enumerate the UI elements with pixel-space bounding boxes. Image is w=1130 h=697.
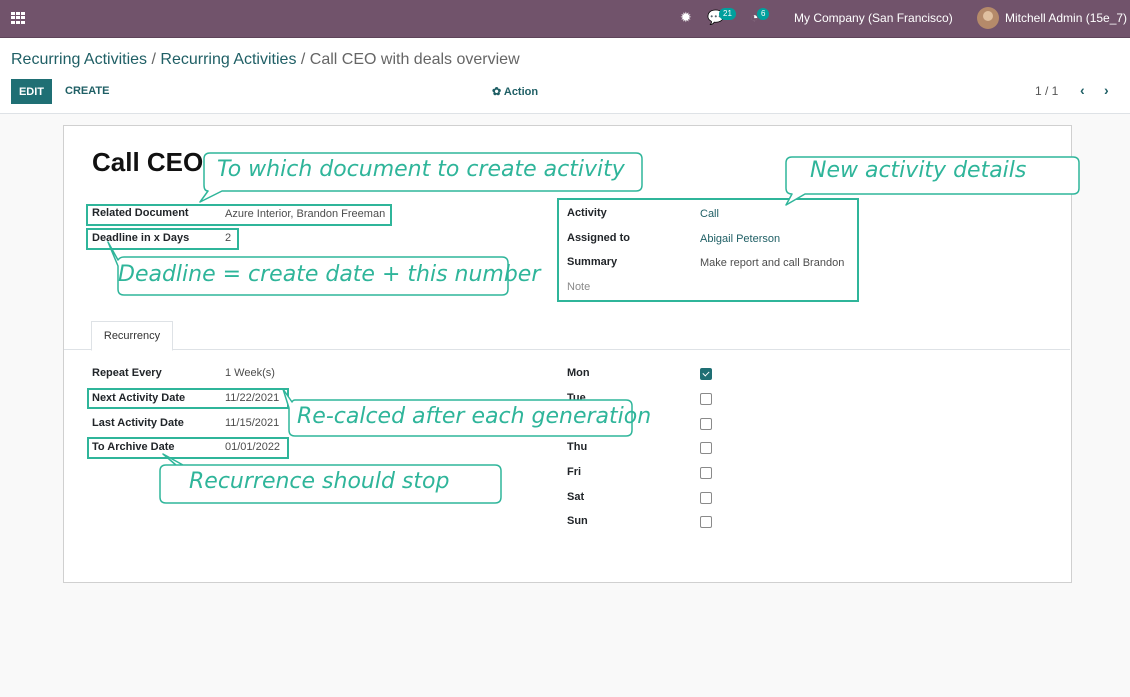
annotation-document: To which document to create activity: [217, 157, 625, 182]
user-menu[interactable]: Mitchell Admin (15e_7): [1005, 11, 1127, 25]
breadcrumb: Recurring Activities / Recurring Activit…: [11, 51, 520, 69]
tab-recurrency[interactable]: Recurrency: [91, 321, 173, 351]
top-navbar: ✹ 💬 21 ◔ 6 My Company (San Francisco) Mi…: [0, 0, 1130, 38]
highlight-to-archive-date: [87, 437, 289, 459]
weekday-label-sat: Sat: [567, 491, 585, 503]
annotation-activity: New activity details: [810, 158, 1027, 183]
highlight-deadline: [86, 228, 239, 250]
apps-menu-icon[interactable]: [11, 12, 25, 24]
weekday-checkbox-fri[interactable]: [700, 467, 712, 479]
weekday-checkbox-wed[interactable]: [700, 418, 712, 430]
action-label: Action: [503, 86, 539, 98]
breadcrumb-separator: /: [296, 51, 310, 68]
weekday-checkbox-sun[interactable]: [700, 516, 712, 528]
pager-previous-icon[interactable]: ‹: [1080, 82, 1085, 98]
annotation-recalc: Re-calced after each generation: [297, 404, 652, 429]
annotation-deadline: Deadline = create date + this number: [118, 262, 541, 287]
chat-badge: 21: [719, 8, 736, 20]
create-button[interactable]: CREATE: [65, 85, 109, 97]
highlight-next-activity-date: [87, 388, 289, 409]
breadcrumb-item-recurring-activities-2[interactable]: Recurring Activities: [160, 51, 296, 68]
breadcrumb-item-recurring-activities[interactable]: Recurring Activities: [11, 51, 147, 68]
avatar[interactable]: [977, 7, 999, 29]
control-panel: Recurring Activities / Recurring Activit…: [0, 38, 1130, 114]
pager-value[interactable]: 1 / 1: [1035, 84, 1058, 98]
highlight-activity-details: [557, 198, 859, 302]
company-switcher[interactable]: My Company (San Francisco): [794, 11, 953, 25]
weekday-label-thu: Thu: [567, 441, 588, 453]
debug-bug-icon[interactable]: ✹: [680, 9, 692, 26]
weekday-checkbox-sat[interactable]: [700, 492, 712, 504]
last-activity-date-label: Last Activity Date: [92, 417, 184, 429]
weekday-label-mon: Mon: [567, 367, 590, 379]
breadcrumb-current: Call CEO with deals overview: [309, 51, 520, 68]
record-title: Call CEO: [92, 147, 204, 177]
repeat-every-value[interactable]: 1 Week(s): [225, 367, 275, 379]
activity-badge: 6: [757, 8, 770, 20]
breadcrumb-separator: /: [147, 51, 161, 68]
annotation-stop: Recurrence should stop: [189, 469, 450, 494]
weekday-checkbox-mon[interactable]: [700, 368, 712, 380]
weekday-label-sun: Sun: [567, 515, 588, 527]
last-activity-date-value[interactable]: 11/15/2021: [225, 417, 279, 429]
repeat-every-label: Repeat Every: [92, 367, 162, 379]
weekday-label-fri: Fri: [567, 466, 582, 478]
pager-next-icon[interactable]: ›: [1104, 82, 1109, 98]
weekday-checkbox-tue[interactable]: [700, 393, 712, 405]
gear-icon: ✿: [492, 86, 502, 98]
weekday-label-tue: Tue: [567, 392, 586, 404]
highlight-related-document: [86, 204, 392, 226]
edit-button[interactable]: EDIT: [11, 79, 52, 104]
weekday-checkbox-thu[interactable]: [700, 442, 712, 454]
tab-divider: [64, 349, 1070, 350]
action-menu[interactable]: ✿ Action: [492, 85, 538, 98]
